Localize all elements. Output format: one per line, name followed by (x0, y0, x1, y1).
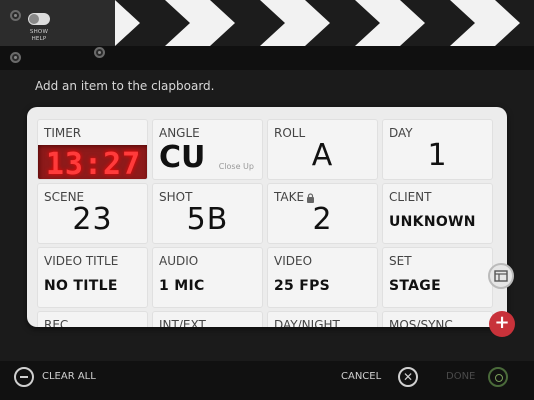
field-take[interactable]: TAKE 2 (267, 183, 378, 244)
show-help-toggle[interactable] (28, 13, 50, 25)
screw-icon (94, 47, 105, 58)
instruction-text: Add an item to the clapboard. (35, 79, 215, 93)
field-value: 23 (72, 202, 113, 237)
done-icon[interactable] (488, 367, 508, 387)
field-value: 25 FPS (274, 278, 331, 294)
field-value: 2 (312, 202, 333, 237)
field-shot[interactable]: SHOT 5B (152, 183, 263, 244)
clapper-top: SHOW HELP (0, 0, 534, 70)
field-label: SET (389, 254, 412, 268)
clapper-stripes (0, 0, 534, 70)
field-label: INT/EXT (159, 318, 206, 327)
cancel-icon[interactable]: ✕ (398, 367, 418, 387)
field-label: VIDEO TITLE (44, 254, 119, 268)
done-button[interactable]: DONE (446, 371, 475, 382)
screw-icon (10, 52, 21, 63)
field-client[interactable]: CLIENT UNKNOWN (382, 183, 493, 244)
field-value: CU (159, 140, 206, 175)
field-angle[interactable]: ANGLE CU Close Up (152, 119, 263, 180)
timer-display: 13:27 (38, 145, 147, 179)
layout-button[interactable] (488, 263, 514, 289)
layout-icon (494, 270, 508, 282)
field-day-night[interactable]: DAY/NIGHT (267, 311, 378, 327)
field-value: UNKNOWN (389, 214, 476, 230)
field-value: A (311, 138, 334, 173)
field-label: MOS/SYNC (389, 318, 453, 327)
field-value: NO TITLE (44, 278, 118, 294)
field-audio[interactable]: AUDIO 1 MIC (152, 247, 263, 308)
field-value: 1 (427, 138, 448, 173)
field-rec[interactable]: REC (37, 311, 148, 327)
field-label: CLIENT (389, 190, 432, 204)
field-label: DAY/NIGHT (274, 318, 340, 327)
show-help-label: SHOW HELP (29, 29, 49, 42)
screw-icon (10, 10, 21, 21)
field-value: 1 MIC (159, 278, 205, 294)
field-video-title[interactable]: VIDEO TITLE NO TITLE (37, 247, 148, 308)
field-subtitle: Close Up (218, 162, 254, 171)
field-roll[interactable]: ROLL A (267, 119, 378, 180)
clapboard: TIMER 13:27 ANGLE CU Close Up ROLL A DAY… (27, 107, 507, 327)
field-timer[interactable]: TIMER 13:27 (37, 119, 148, 180)
field-label: VIDEO (274, 254, 313, 268)
field-int-ext[interactable]: INT/EXT (152, 311, 263, 327)
field-video[interactable]: VIDEO 25 FPS (267, 247, 378, 308)
plus-icon: + (494, 312, 510, 333)
add-item-button[interactable]: + (489, 311, 515, 337)
clear-all-icon[interactable] (14, 367, 34, 387)
bottom-toolbar: CLEAR ALL CANCEL ✕ DONE (0, 361, 534, 400)
field-value: STAGE (389, 278, 441, 294)
lock-icon (307, 192, 315, 203)
clear-all-button[interactable]: CLEAR ALL (42, 371, 96, 382)
field-label: TIMER (44, 126, 82, 140)
field-mos-sync[interactable]: MOS/SYNC (382, 311, 493, 327)
cancel-button[interactable]: CANCEL (341, 371, 381, 382)
field-scene[interactable]: SCENE 23 (37, 183, 148, 244)
field-set[interactable]: SET STAGE (382, 247, 493, 308)
field-label: ANGLE (159, 126, 200, 140)
field-day[interactable]: DAY 1 (382, 119, 493, 180)
field-value: 5B (186, 202, 229, 237)
field-label: AUDIO (159, 254, 199, 268)
field-label: REC (44, 318, 69, 327)
